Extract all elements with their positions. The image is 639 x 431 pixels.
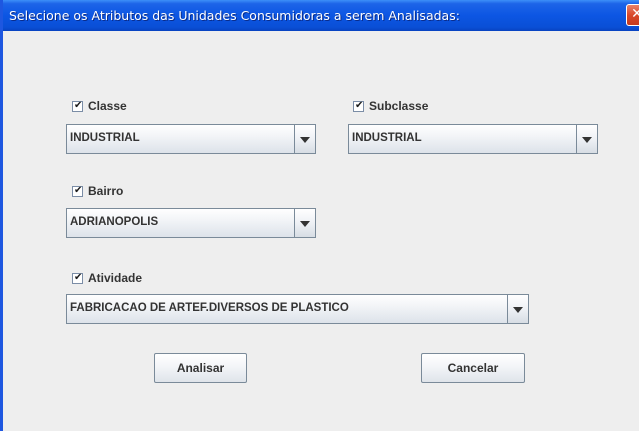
classe-combobox[interactable]: INDUSTRIAL <box>66 124 316 154</box>
bairro-dropdown-button[interactable] <box>294 209 315 237</box>
subclasse-checkbox[interactable]: ✔ <box>353 99 364 112</box>
classe-checkbox-group[interactable]: ✔ Classe <box>72 98 127 114</box>
check-icon: ✔ <box>355 99 364 111</box>
chevron-down-icon <box>300 137 310 143</box>
chevron-down-icon <box>582 137 592 143</box>
chevron-down-icon <box>300 221 310 227</box>
classe-checkbox[interactable]: ✔ <box>72 99 83 112</box>
window-title: Selecione os Atributos das Unidades Cons… <box>9 8 460 23</box>
bairro-checkbox[interactable]: ✔ <box>72 184 83 197</box>
classe-label: Classe <box>88 99 127 113</box>
cancelar-button[interactable]: Cancelar <box>421 353 525 383</box>
check-icon: ✔ <box>74 271 83 283</box>
atividade-checkbox-group[interactable]: ✔ Atividade <box>72 270 142 286</box>
subclasse-checkbox-group[interactable]: ✔ Subclasse <box>353 98 428 114</box>
dialog-window: Selecione os Atributos das Unidades Cons… <box>0 0 639 431</box>
dialog-content: ✔ Classe INDUSTRIAL ✔ Subclasse INDUSTRI… <box>3 31 639 431</box>
subclasse-combobox[interactable]: INDUSTRIAL <box>348 124 598 154</box>
atividade-dropdown-button[interactable] <box>507 295 528 323</box>
classe-dropdown-button[interactable] <box>294 125 315 153</box>
check-icon: ✔ <box>74 99 83 111</box>
analisar-button[interactable]: Analisar <box>154 353 247 383</box>
bairro-checkbox-group[interactable]: ✔ Bairro <box>72 183 123 199</box>
classe-selected-value: INDUSTRIAL <box>70 132 140 144</box>
bairro-label: Bairro <box>88 184 124 198</box>
atividade-label: Atividade <box>88 271 143 285</box>
chevron-down-icon <box>513 307 523 313</box>
subclasse-dropdown-button[interactable] <box>576 125 597 153</box>
atividade-selected-value: FABRICACAO DE ARTEF.DIVERSOS DE PLASTICO <box>70 302 349 314</box>
atividade-checkbox[interactable]: ✔ <box>72 271 83 284</box>
bairro-combobox[interactable]: ADRIANOPOLIS <box>66 208 316 238</box>
subclasse-label: Subclasse <box>369 99 429 113</box>
close-icon[interactable]: ✕ <box>626 4 639 26</box>
bairro-selected-value: ADRIANOPOLIS <box>70 216 159 228</box>
check-icon: ✔ <box>74 184 83 196</box>
title-bar[interactable]: Selecione os Atributos das Unidades Cons… <box>3 0 639 31</box>
subclasse-selected-value: INDUSTRIAL <box>352 132 422 144</box>
atividade-combobox[interactable]: FABRICACAO DE ARTEF.DIVERSOS DE PLASTICO <box>66 294 529 324</box>
